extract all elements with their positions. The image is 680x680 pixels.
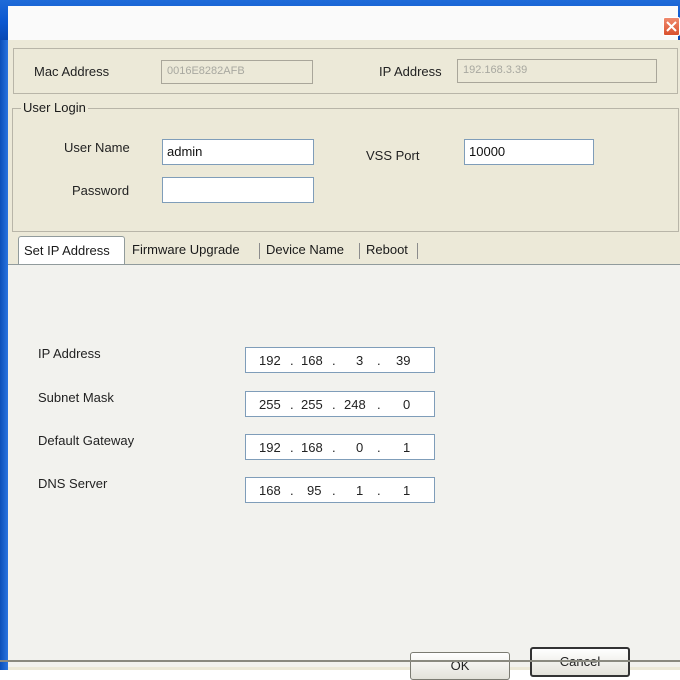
window-frame [0,40,8,670]
gw-octet-1: 192 [259,440,281,455]
cancel-button[interactable]: Cancel [530,647,630,677]
title-bar[interactable] [0,0,680,40]
title-strip [8,6,678,40]
tab-firmware-upgrade[interactable]: Firmware Upgrade [127,236,257,264]
user-login-legend: User Login [21,100,88,115]
subnet-mask-label: Subnet Mask [38,390,114,405]
set-ip-address-page: IP Address 192 . 168 . 3 . 39 Subnet Mas… [8,264,680,680]
dialog-body: Mac Address 0016E8282AFB IP Address 192.… [8,40,680,680]
ip-octet-3: 3 [356,353,364,368]
ip-address-input[interactable]: 192 . 168 . 3 . 39 [245,347,435,373]
user-name-input[interactable]: admin [162,139,314,165]
close-button[interactable] [663,17,680,36]
dialog-window: Mac Address 0016E8282AFB IP Address 192.… [0,0,680,680]
default-gateway-label: Default Gateway [38,433,135,448]
user-name-label: User Name [64,140,130,155]
password-input[interactable] [162,177,314,203]
mac-address-field: 0016E8282AFB [161,60,313,84]
tab-separator [359,243,360,259]
tab-device-name[interactable]: Device Name [261,236,357,264]
dns-octet-4: 1 [403,483,411,498]
user-login-group: User Login User Name admin Password VSS … [12,100,679,232]
dns-server-input[interactable]: 168 . 95 . 1 . 1 [245,477,435,503]
mask-octet-3: 248 [344,397,366,412]
gw-octet-3: 0 [356,440,364,455]
dns-octet-1: 168 [259,483,281,498]
ip-octet-4: 39 [396,353,411,368]
ip-label: IP Address [38,346,101,361]
device-info-panel: Mac Address 0016E8282AFB IP Address 192.… [13,48,678,94]
tab-separator [417,243,418,259]
mask-octet-1: 255 [259,397,281,412]
dns-octet-2: 95 [307,483,322,498]
dns-server-label: DNS Server [38,476,108,491]
ip-octet-1: 192 [259,353,281,368]
close-x-icon [666,21,677,32]
tab-reboot[interactable]: Reboot [361,236,416,264]
tab-set-ip-address[interactable]: Set IP Address [18,236,125,264]
mac-address-label: Mac Address [34,64,110,79]
ok-button[interactable]: OK [410,652,510,680]
gw-octet-4: 1 [403,440,411,455]
ip-address-field: 192.168.3.39 [457,59,657,83]
mask-octet-2: 255 [301,397,323,412]
ip-octet-2: 168 [301,353,323,368]
gw-octet-2: 168 [301,440,323,455]
tab-control: Set IP Address Firmware Upgrade Device N… [8,236,680,680]
window-bottom-border [0,660,680,662]
tab-separator [259,243,260,259]
vss-port-label: VSS Port [366,148,420,163]
vss-port-input[interactable]: 10000 [464,139,594,165]
subnet-mask-input[interactable]: 255 . 255 . 248 . 0 [245,391,435,417]
password-label: Password [72,183,130,198]
mask-octet-4: 0 [403,397,411,412]
default-gateway-input[interactable]: 192 . 168 . 0 . 1 [245,434,435,460]
ip-address-label: IP Address [379,64,442,79]
dns-octet-3: 1 [356,483,364,498]
